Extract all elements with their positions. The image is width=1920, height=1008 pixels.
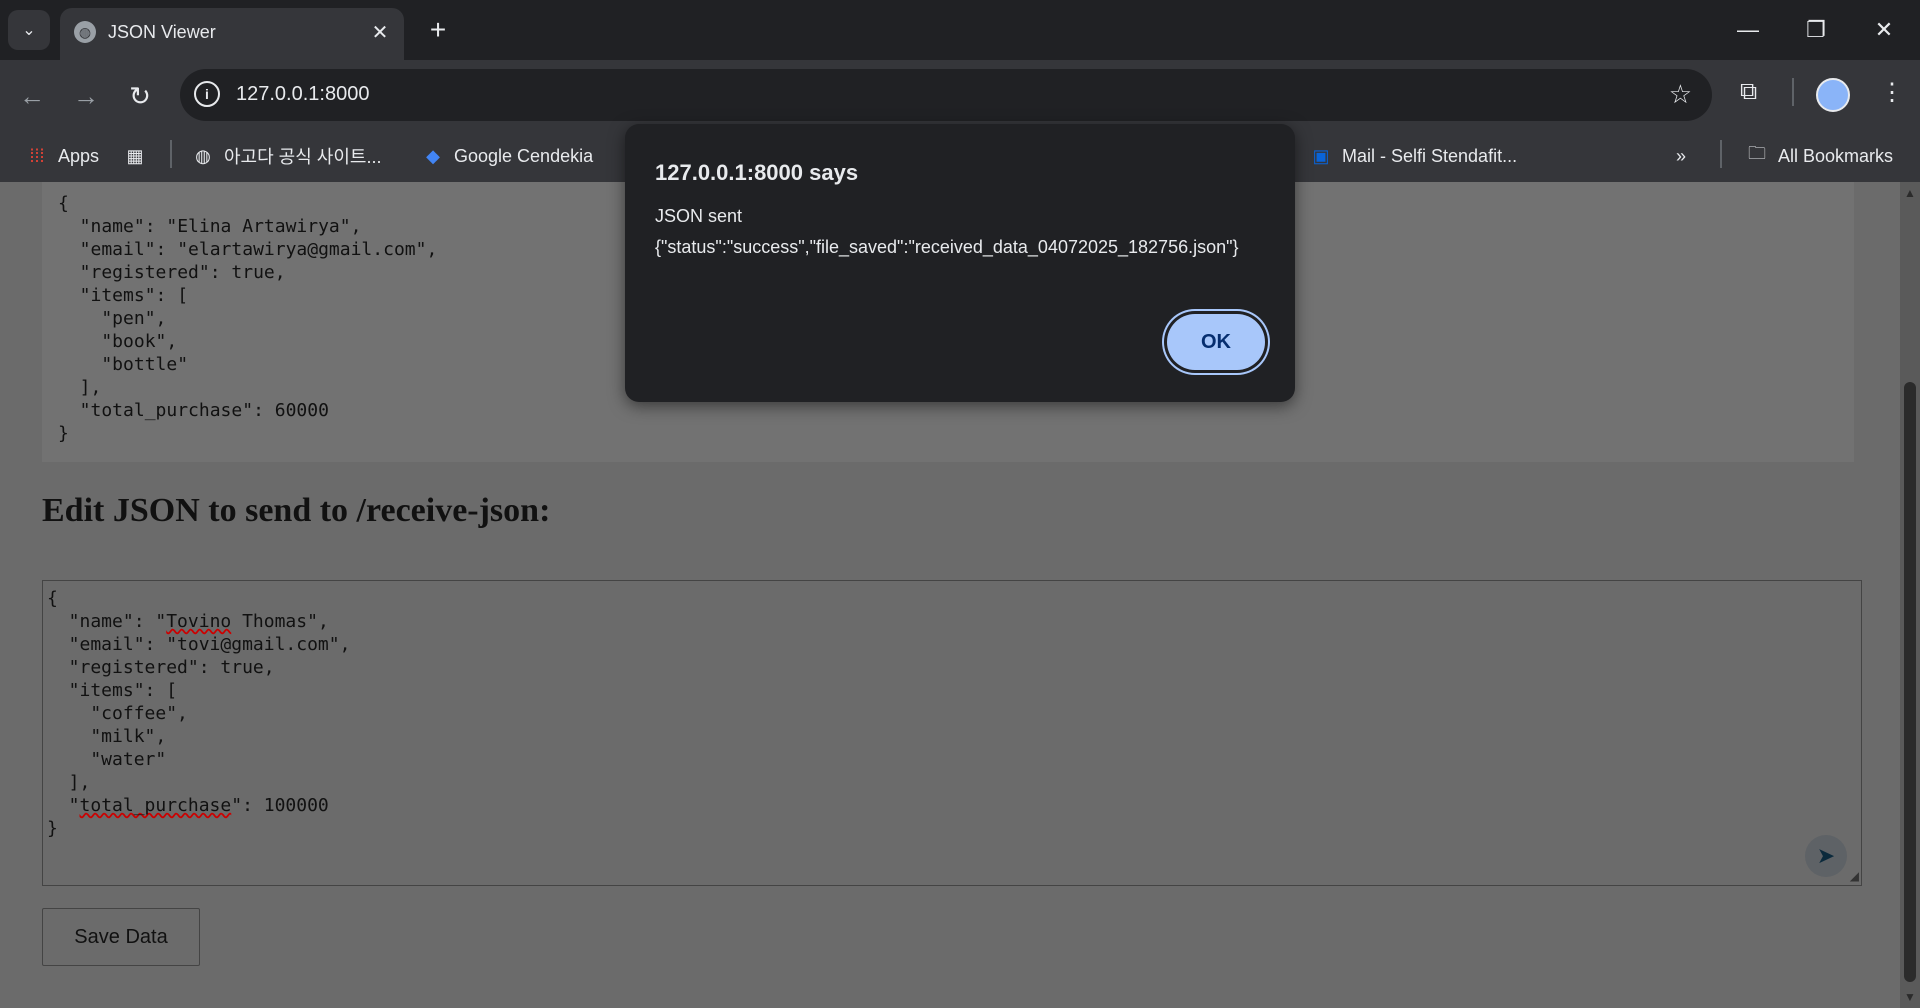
bookmark-google-cendekia[interactable]: ◆ Google Cendekia [422,140,593,172]
dialog-message-line2: {"status":"success","file_saved":"receiv… [655,237,1239,257]
resize-handle-icon[interactable]: ◢ [1850,869,1859,883]
received-json-text: { "name": "Elina Artawirya", "email": "e… [58,193,438,444]
tab-search-button[interactable]: ⌄ [8,10,50,50]
bookmark-divider [1720,140,1722,168]
close-icon[interactable]: ✕ [366,18,394,46]
tab-strip: ⌄ ◍ JSON Viewer ✕ + — ❐ ✕ [0,0,1920,60]
page-scrollbar[interactable]: ▲ ▼ [1900,182,1920,1008]
scroll-up-icon[interactable]: ▲ [1904,186,1916,200]
extensions-icon[interactable]: ⧉ [1740,78,1757,106]
forward-button[interactable]: → [66,76,106,116]
url-text: 127.0.0.1:8000 [236,83,370,105]
bookmark-divider [170,140,172,168]
scrollbar-thumb[interactable] [1904,382,1916,982]
profile-avatar[interactable] [1816,78,1850,112]
tab-title: JSON Viewer [108,22,216,42]
new-tab-button[interactable]: + [420,12,456,48]
json-editor-content[interactable]: { "name": "Tovino Thomas", "email": "tov… [47,587,350,840]
site-info-icon[interactable]: i [194,81,220,107]
reload-button[interactable]: ↻ [120,76,160,116]
page-heading: Edit JSON to send to /receive-json: [42,492,551,529]
bookmark-tab-groups[interactable]: ▦ [124,140,156,172]
toolbar: ← → ↻ i 127.0.0.1:8000 ☆ ⧉ ⋮ [0,60,1920,130]
dialog-message-line1: JSON sent [655,206,743,226]
all-bookmarks-button[interactable]: 🗀 All Bookmarks [1746,140,1893,172]
tab-json-viewer[interactable]: ◍ JSON Viewer ✕ [60,8,404,60]
scroll-down-icon[interactable]: ▼ [1904,990,1916,1004]
minimize-button[interactable]: — [1714,0,1782,60]
dialog-ok-button[interactable]: OK [1167,314,1265,370]
back-button[interactable]: ← [12,76,52,116]
bookmark-star-icon[interactable]: ☆ [1669,79,1692,110]
menu-kebab-icon[interactable]: ⋮ [1880,78,1904,107]
apps-grid-icon: ⁞⁞⁞ [29,145,45,166]
bookmark-mail[interactable]: ▣ Mail - Selfi Stendafit... [1310,140,1517,172]
tab-groups-icon: ▦ [126,145,144,166]
folder-icon: 🗀 [1748,143,1766,163]
more-bookmarks-icon[interactable]: » [1676,140,1686,172]
bookmark-agoda[interactable]: ◍ 아고다 공식 사이트... [192,140,381,172]
chevron-down-icon: ⌄ [22,22,36,39]
json-editor-textarea[interactable]: { "name": "Tovino Thomas", "email": "tov… [42,580,1862,886]
globe-icon: ◍ [74,21,96,43]
extension-assistant-icon[interactable]: ➤ [1805,835,1847,877]
toolbar-divider [1792,78,1794,106]
dialog-title: 127.0.0.1:8000 says [655,160,859,185]
restore-button[interactable]: ❐ [1782,0,1850,60]
alert-dialog: 127.0.0.1:8000 says JSON sent {"status":… [625,124,1295,402]
save-data-button[interactable]: Save Data [42,908,200,966]
outlook-icon: ▣ [1312,145,1330,166]
address-bar[interactable]: i 127.0.0.1:8000 ☆ [180,69,1712,121]
window-close-button[interactable]: ✕ [1850,0,1918,60]
scholar-icon: ◆ [426,145,440,166]
globe-icon: ◍ [195,145,211,166]
bookmark-apps[interactable]: ⁞⁞⁞ Apps [26,140,99,172]
